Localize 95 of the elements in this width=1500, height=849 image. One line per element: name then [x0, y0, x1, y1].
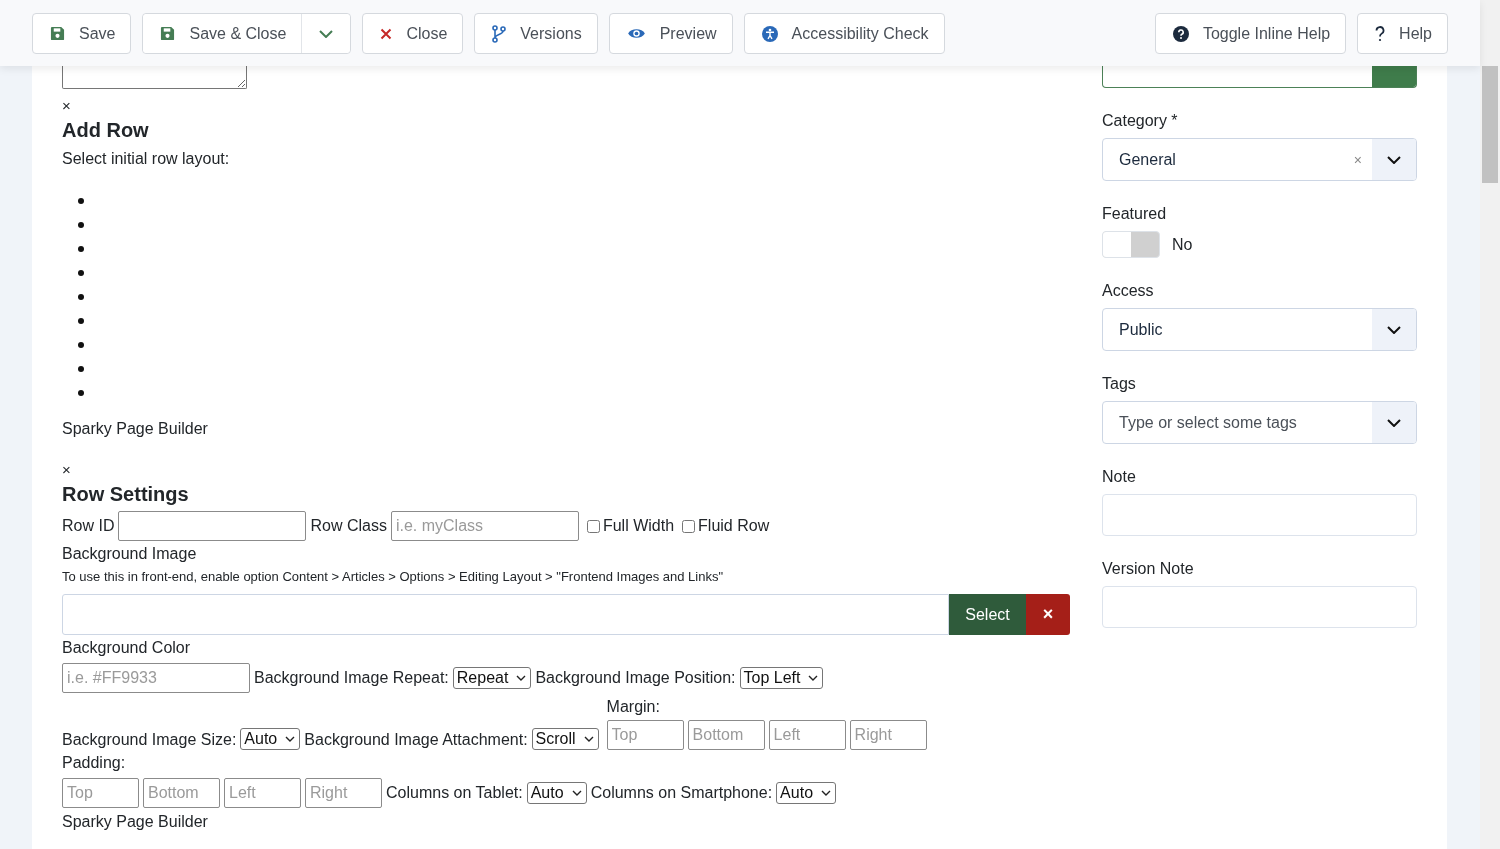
input-field[interactable]: Right: [849, 720, 927, 750]
chevron-icon: [571, 790, 582, 796]
input-field[interactable]: Left: [224, 778, 301, 808]
select-dropdown[interactable]: General ×: [1102, 138, 1417, 181]
bullet: [78, 270, 84, 276]
chevron-icon: [1387, 155, 1401, 164]
bullet: [78, 222, 84, 228]
bullet: [78, 318, 84, 324]
input-field[interactable]: [118, 511, 307, 541]
footer-text: Sparky Page Builder: [62, 419, 209, 439]
select-dropdown[interactable]: Public: [1102, 308, 1417, 351]
section-title: Row Settings: [62, 482, 190, 507]
select-dropdown[interactable]: Repeat: [452, 667, 532, 689]
prompt-text: Select initial row layout:: [62, 149, 231, 169]
select-dropdown[interactable]: Auto: [776, 782, 837, 804]
field-label: Access: [1102, 281, 1155, 301]
field-label: Background Image Repeat:: [254, 668, 449, 688]
field-label: Margin:: [606, 697, 661, 717]
scrollbar-thumb[interactable]: [1482, 66, 1498, 183]
close-icon: [380, 27, 393, 40]
field-label: Padding:: [62, 753, 127, 773]
field-label: Columns on Tablet:: [386, 783, 523, 803]
toggle-switch[interactable]: [1102, 231, 1160, 258]
input-field[interactable]: Top: [62, 778, 139, 808]
field-label: Version Note: [1102, 559, 1195, 579]
toggle-label: No: [1172, 235, 1193, 254]
bullet: [78, 342, 84, 348]
hint-text: To use this in front-end, enable option Content > Articles > Options > Editing Layout > "Frontend Images and Links": [62, 568, 725, 586]
accessibility-icon: [761, 25, 778, 42]
field-label: Row ID: [62, 516, 115, 536]
clear-button[interactable]: ×: [1026, 594, 1070, 635]
tags-field[interactable]: Type or select some tags: [1102, 401, 1417, 444]
chevron-icon: [821, 790, 832, 796]
select-dropdown[interactable]: Auto: [526, 782, 587, 804]
input-field[interactable]: Left: [768, 720, 846, 750]
toolbar-button[interactable]: Close: [362, 13, 464, 54]
checkbox[interactable]: [682, 519, 696, 533]
save-icon: [160, 26, 176, 41]
bullet: [78, 294, 84, 300]
field-label: Background Color: [62, 638, 192, 658]
footer-text: Sparky Page Builder: [62, 812, 209, 832]
chevron-icon: [1387, 418, 1401, 427]
field-label: Columns on Smartphone:: [590, 783, 773, 803]
chevron-icon: [285, 736, 296, 742]
field-label: Note: [1102, 467, 1137, 487]
help-icon: [1172, 25, 1189, 42]
field-label: Background Image Position:: [535, 668, 736, 688]
input-field[interactable]: Right: [305, 778, 382, 808]
close-button[interactable]: ×: [62, 97, 71, 115]
chevron-icon: [808, 675, 819, 681]
input-field[interactable]: Bottom: [143, 778, 220, 808]
field-label: Background Image: [62, 544, 198, 564]
toolbar-button[interactable]: Help: [1357, 13, 1448, 54]
input-field[interactable]: i.e. #FF9933: [62, 663, 250, 693]
status-select[interactable]: [1102, 66, 1417, 88]
field-label: Tags: [1102, 374, 1137, 394]
checkbox[interactable]: [586, 519, 600, 533]
toolbar-button[interactable]: Versions: [474, 13, 598, 54]
close-button[interactable]: ×: [62, 461, 71, 479]
image-field[interactable]: [62, 594, 949, 635]
field-label: Row Class: [310, 516, 387, 536]
field-label: Featured: [1102, 204, 1168, 224]
toolbar-button[interactable]: Preview: [608, 13, 733, 54]
chevron-icon: [1387, 325, 1401, 334]
field-label: Background Image Attachment:: [304, 730, 528, 750]
section-title: Add Row: [62, 118, 150, 143]
toolbar-button[interactable]: Save & Close: [143, 14, 303, 53]
scrollbar[interactable]: [1480, 0, 1500, 849]
input-field[interactable]: Bottom: [687, 720, 765, 750]
chevron-icon: [319, 29, 334, 38]
chevron-icon: [583, 736, 594, 742]
select-dropdown[interactable]: Auto: [240, 728, 301, 750]
select-button[interactable]: Select: [949, 594, 1026, 635]
toolbar-button[interactable]: Toggle Inline Help: [1154, 13, 1347, 54]
toolbar-button[interactable]: Save: [32, 13, 132, 54]
chevron-icon: [516, 675, 527, 681]
field-label: Category *: [1102, 111, 1179, 131]
text-area[interactable]: [62, 66, 247, 89]
select-dropdown[interactable]: Top Left: [739, 667, 824, 689]
bullet: [78, 198, 84, 204]
input-field[interactable]: i.e. myClass: [390, 511, 579, 541]
clear-button[interactable]: ×: [1343, 151, 1372, 168]
toolbar-button[interactable]: Accessibility Check: [743, 13, 945, 54]
select-dropdown[interactable]: Scroll: [531, 728, 599, 750]
field-label: Background Image Size:: [62, 730, 237, 750]
checkbox-label[interactable]: Fluid Row: [698, 516, 770, 536]
eye-icon: [626, 27, 646, 40]
save-icon: [50, 26, 65, 41]
checkbox-label[interactable]: Full Width: [602, 516, 675, 536]
help-icon: [1375, 25, 1386, 42]
bullet: [78, 366, 84, 372]
bullet: [78, 390, 84, 396]
branch-icon: [492, 24, 507, 43]
input-field[interactable]: Top: [606, 720, 684, 750]
bullet: [78, 246, 84, 252]
